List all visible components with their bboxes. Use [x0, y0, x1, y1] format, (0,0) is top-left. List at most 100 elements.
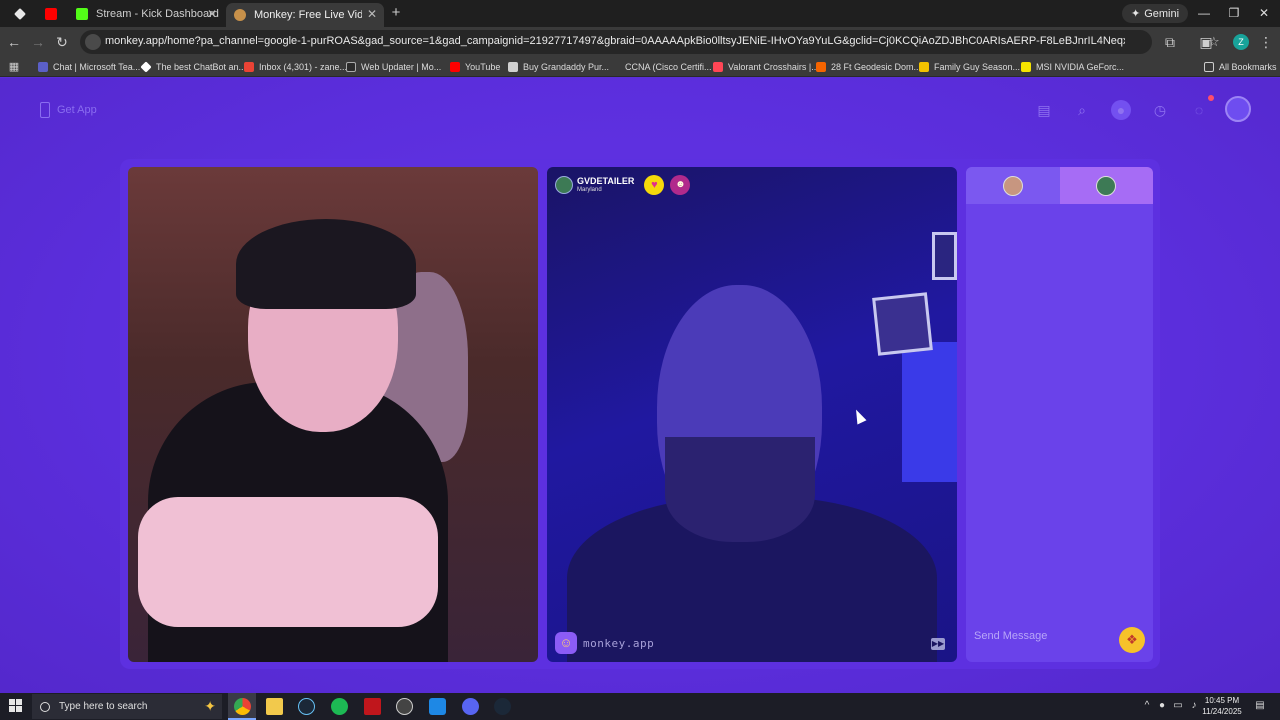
friends-icon[interactable]: ● — [1111, 100, 1131, 120]
windows-start-icon[interactable] — [9, 699, 23, 713]
bookmark-item[interactable]: Family Guy Season... — [919, 60, 1020, 74]
search-icon[interactable]: ⌕ — [1072, 100, 1092, 120]
menu-icon[interactable]: ⋮ — [1258, 34, 1274, 50]
chat-tab-local[interactable] — [966, 167, 1060, 204]
steam-icon[interactable] — [298, 698, 315, 715]
remote-user-name: GVDETAILER — [577, 176, 635, 186]
bookmark-item[interactable]: Chat | Microsoft Tea... — [38, 60, 140, 74]
tab-monkey[interactable]: Monkey: Free Live Video Ch ✕ — [226, 3, 384, 27]
app-icon[interactable] — [429, 698, 446, 715]
youtube-icon — [450, 62, 460, 72]
notifications-icon[interactable]: ▤ — [1254, 700, 1266, 712]
chrome-icon[interactable] — [234, 698, 251, 715]
bookmark-item[interactable]: MSI NVIDIA GeForc... — [1021, 60, 1124, 74]
chat-icon[interactable]: ◌ — [1189, 100, 1209, 120]
sparkle-icon: ✦ — [1131, 8, 1141, 20]
tab-title: Monkey: Free Live Video Ch — [254, 9, 362, 21]
tab-pinned-1[interactable] — [8, 3, 34, 25]
gemini-button[interactable]: ✦ Gemini — [1122, 4, 1189, 23]
badge-icon[interactable]: ☻ — [670, 175, 691, 195]
minimize-button[interactable]: — — [1196, 5, 1212, 21]
close-window-button[interactable]: ✕ — [1256, 5, 1272, 21]
avatar — [1096, 175, 1117, 196]
bookmark-item[interactable]: 28 Ft Geodesic Dom... — [816, 60, 921, 74]
taskbar-search-text: Type here to search — [59, 701, 148, 712]
skip-icon[interactable]: ▶▶ — [931, 638, 945, 650]
chatbot-icon — [140, 61, 152, 73]
site-info-icon[interactable] — [85, 34, 101, 50]
local-video — [128, 167, 538, 662]
get-app-button[interactable]: Get App — [40, 102, 97, 118]
etsy-icon — [816, 62, 826, 72]
clock-time: 10:45 PM — [1204, 696, 1240, 705]
profile-avatar[interactable]: Z — [1233, 34, 1249, 50]
close-icon[interactable]: ✕ — [364, 6, 380, 22]
forward-icon[interactable]: → — [30, 34, 46, 50]
bookmark-label: The best ChatBot an... — [156, 62, 247, 72]
network-icon[interactable]: ▭ — [1172, 700, 1184, 712]
gift-icon[interactable]: ❖ — [1119, 627, 1145, 653]
background-lamp — [902, 342, 957, 482]
new-tab-button[interactable]: + — [388, 5, 404, 21]
obs-icon[interactable] — [396, 698, 413, 715]
avatar — [1002, 175, 1023, 196]
remote-user-location: Maryland — [577, 187, 602, 193]
user-avatar[interactable] — [1225, 96, 1251, 122]
discord-icon[interactable] — [462, 698, 479, 715]
taskbar-clock[interactable]: 10:45 PM 11/24/2025 — [1196, 695, 1248, 717]
history-icon[interactable]: ◷ — [1150, 100, 1170, 120]
app-icon[interactable] — [364, 698, 381, 715]
monkey-watermark: ☺ monkey.app — [555, 632, 654, 654]
bookmark-label: Family Guy Season... — [934, 62, 1021, 72]
search-icon — [40, 701, 50, 712]
bookmark-item[interactable]: Web Updater | Mo... — [346, 60, 441, 74]
remote-user-beard — [665, 437, 815, 542]
chevron-up-icon[interactable]: ^ — [1141, 700, 1153, 712]
valorant-icon — [713, 62, 723, 72]
bookmark-item[interactable]: Inbox (4,301) - zane... — [244, 60, 347, 74]
bookmark-item[interactable]: The best ChatBot an... — [140, 60, 247, 74]
video-chat-stage: GVDETAILER Maryland ♥ ☻ ☺ monkey.app ▶▶ — [120, 159, 1160, 669]
apps-grid-icon[interactable]: ▦ — [6, 59, 22, 75]
restore-button[interactable]: ❐ — [1226, 5, 1242, 21]
remote-user-badge[interactable]: GVDETAILER Maryland ♥ ☻ — [555, 175, 691, 195]
cisco-icon — [610, 62, 620, 72]
gemini-label: Gemini — [1144, 7, 1180, 20]
family-guy-icon — [919, 62, 929, 72]
back-icon[interactable]: ← — [6, 34, 22, 50]
chat-tab-remote[interactable] — [1059, 167, 1153, 204]
windows-taskbar: Type here to search ✦ ^ ● ▭ ♪ 10:45 PM 1… — [0, 693, 1280, 720]
close-icon[interactable]: ✕ — [204, 6, 220, 22]
send-message-input[interactable] — [974, 627, 1114, 645]
teams-icon — [38, 62, 48, 72]
microphone-icon[interactable]: ● — [1156, 700, 1168, 712]
remote-video: GVDETAILER Maryland ♥ ☻ ☺ monkey.app ▶▶ — [547, 167, 957, 662]
tab-kick-dashboard[interactable]: Stream - Kick Dashboard ✕ — [68, 3, 224, 25]
taskbar-search[interactable]: Type here to search ✦ — [32, 694, 222, 719]
extensions-icon[interactable]: ⧉ — [1162, 34, 1178, 50]
bookmark-label: YouTube — [465, 62, 501, 72]
tab-pinned-youtube[interactable] — [38, 3, 64, 25]
chat-tabs — [966, 167, 1153, 204]
bookmark-item[interactable]: CCNA (Cisco Certifi... — [610, 60, 712, 74]
bookmark-label: Chat | Microsoft Tea... — [53, 62, 141, 72]
file-explorer-icon[interactable] — [266, 698, 283, 715]
background-frame — [872, 292, 933, 356]
heart-icon[interactable]: ♥ — [644, 175, 665, 195]
bookmark-label: Buy Grandaddy Pur... — [523, 62, 610, 72]
bookmark-item[interactable]: Valorant Crosshairs |... — [713, 60, 819, 74]
shop-icon[interactable]: ▤ — [1034, 100, 1054, 120]
bookmark-item[interactable]: Buy Grandaddy Pur... — [508, 60, 609, 74]
steam-icon[interactable] — [494, 698, 511, 715]
sidepanel-icon[interactable]: ▣ — [1198, 34, 1214, 50]
reload-icon[interactable]: ↻ — [54, 34, 70, 50]
address-bar[interactable]: monkey.app/home?pa_channel=google-1-purR… — [80, 30, 1220, 54]
bookmarks-bar: ▦ Chat | Microsoft Tea... The best ChatB… — [0, 57, 1280, 77]
bookmark-item[interactable]: YouTube — [450, 60, 500, 74]
remote-user-avatar — [555, 176, 573, 194]
spotify-icon[interactable] — [331, 698, 348, 715]
tab-title: Stream - Kick Dashboard — [96, 8, 219, 20]
all-bookmarks[interactable]: All Bookmarks — [1204, 60, 1277, 74]
all-bookmarks-label: All Bookmarks — [1219, 62, 1277, 72]
background-frame — [932, 232, 957, 280]
